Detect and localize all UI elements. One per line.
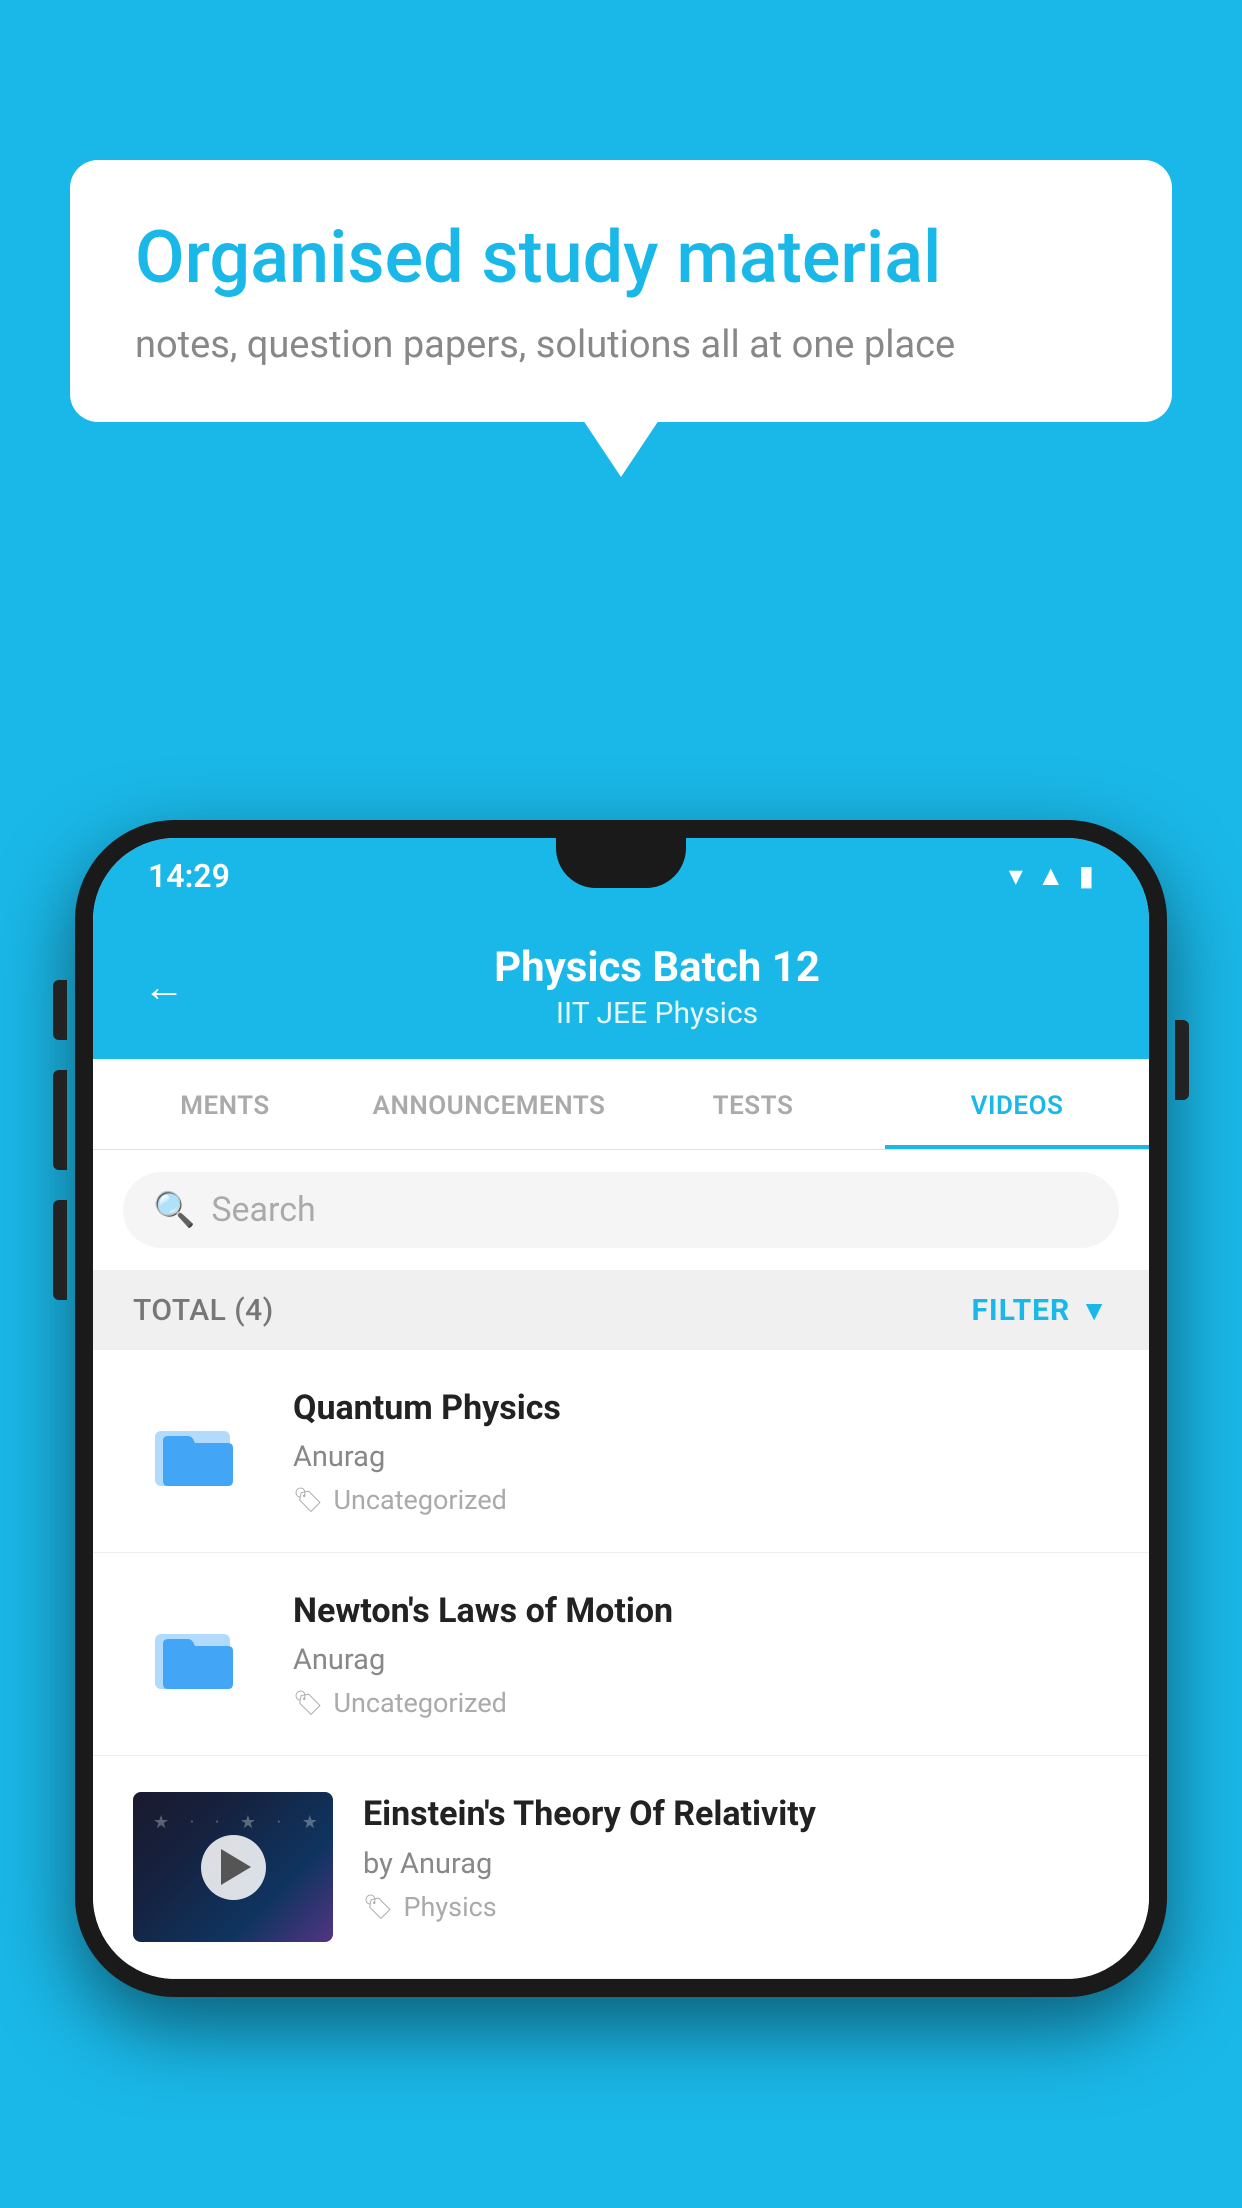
tab-tests[interactable]: TESTS	[621, 1059, 885, 1149]
video-tag: 🏷 Physics	[363, 1891, 1109, 1923]
video-info-einstein: Einstein's Theory Of Relativity by Anura…	[363, 1792, 1109, 1922]
phone-outer: 14:29 ▾ ▲ ▮ ← Physics Batch 12 IIT JEE P…	[75, 820, 1167, 1997]
speech-bubble: Organised study material notes, question…	[70, 160, 1172, 422]
battery-icon: ▮	[1079, 859, 1094, 892]
folder-icon-newton	[133, 1589, 263, 1719]
bubble-subtitle: notes, question papers, solutions all at…	[135, 323, 1107, 367]
header-title-block: Physics Batch 12 IIT JEE Physics	[215, 943, 1099, 1031]
filter-label: FILTER	[971, 1293, 1070, 1328]
search-icon: 🔍	[153, 1190, 195, 1230]
tag-icon: 🏷	[293, 1486, 323, 1514]
video-tag: 🏷 Uncategorized	[293, 1687, 1109, 1719]
filter-icon: ▼	[1080, 1294, 1109, 1327]
tag-icon: 🏷	[293, 1689, 323, 1717]
phone-notch	[556, 838, 686, 888]
folder-icon-quantum	[133, 1386, 263, 1516]
search-input[interactable]: Search	[211, 1190, 315, 1230]
filter-bar: TOTAL (4) FILTER ▼	[93, 1271, 1149, 1350]
tag-label: Uncategorized	[333, 1484, 506, 1516]
header-title: Physics Batch 12	[215, 943, 1099, 992]
status-icons: ▾ ▲ ▮	[1009, 859, 1094, 892]
video-title: Einstein's Theory Of Relativity	[363, 1792, 1109, 1836]
phone-screen: 14:29 ▾ ▲ ▮ ← Physics Batch 12 IIT JEE P…	[93, 838, 1149, 1979]
video-author: Anurag	[293, 1440, 1109, 1474]
tab-ments[interactable]: MENTS	[93, 1059, 357, 1149]
total-count: TOTAL (4)	[133, 1293, 274, 1328]
tab-videos[interactable]: VIDEOS	[885, 1059, 1149, 1149]
phone-side-button-left-bot	[53, 1200, 67, 1300]
play-button[interactable]	[201, 1835, 266, 1900]
list-item[interactable]: Newton's Laws of Motion Anurag 🏷 Uncateg…	[93, 1553, 1149, 1756]
phone-wrapper: 14:29 ▾ ▲ ▮ ← Physics Batch 12 IIT JEE P…	[75, 820, 1167, 2208]
video-author: by Anurag	[363, 1847, 1109, 1881]
video-title: Newton's Laws of Motion	[293, 1589, 1109, 1633]
phone-side-button-right	[1175, 1020, 1189, 1100]
search-input-wrap[interactable]: 🔍 Search	[123, 1172, 1119, 1248]
play-icon	[221, 1849, 251, 1885]
list-item[interactable]: Quantum Physics Anurag 🏷 Uncategorized	[93, 1350, 1149, 1553]
signal-icon: ▲	[1037, 859, 1065, 892]
header-subtitle: IIT JEE Physics	[215, 996, 1099, 1031]
video-info-newton: Newton's Laws of Motion Anurag 🏷 Uncateg…	[293, 1589, 1109, 1719]
phone-side-button-left-top	[53, 980, 67, 1040]
tag-icon: 🏷	[363, 1893, 393, 1921]
filter-button[interactable]: FILTER ▼	[971, 1293, 1109, 1328]
video-author: Anurag	[293, 1643, 1109, 1677]
tag-label: Uncategorized	[333, 1687, 506, 1719]
video-info-quantum: Quantum Physics Anurag 🏷 Uncategorized	[293, 1386, 1109, 1516]
phone-side-button-left-mid	[53, 1070, 67, 1170]
bubble-title: Organised study material	[135, 215, 1107, 301]
search-container: 🔍 Search	[93, 1150, 1149, 1271]
status-time: 14:29	[148, 857, 230, 895]
wifi-icon: ▾	[1009, 859, 1023, 892]
tabs-bar: MENTS ANNOUNCEMENTS TESTS VIDEOS	[93, 1059, 1149, 1150]
video-list: Quantum Physics Anurag 🏷 Uncategorized	[93, 1350, 1149, 1979]
list-item[interactable]: Einstein's Theory Of Relativity by Anura…	[93, 1756, 1149, 1979]
tab-announcements[interactable]: ANNOUNCEMENTS	[357, 1059, 621, 1149]
video-thumbnail-einstein	[133, 1792, 333, 1942]
app-header: ← Physics Batch 12 IIT JEE Physics	[93, 913, 1149, 1059]
video-tag: 🏷 Uncategorized	[293, 1484, 1109, 1516]
back-button[interactable]: ←	[143, 963, 185, 1012]
tag-label: Physics	[403, 1891, 496, 1923]
video-title: Quantum Physics	[293, 1386, 1109, 1430]
